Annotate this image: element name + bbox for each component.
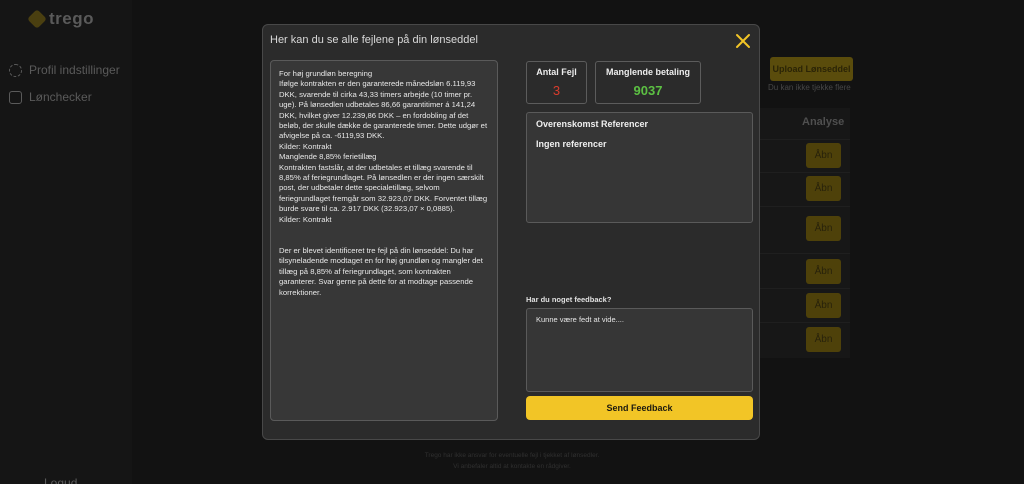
logout-link[interactable]: Logud (44, 476, 77, 484)
error-count-label: Antal Fejl (536, 67, 577, 77)
missing-payment-card: Manglende betaling 9037 (595, 61, 701, 104)
report-summary: Der er blevet identificeret tre fejl på … (279, 245, 483, 297)
sidebar-item-profile-settings[interactable]: Profil indstillinger (9, 63, 120, 77)
gear-icon (9, 63, 22, 77)
open-button[interactable]: Åbn (806, 327, 841, 352)
report-heading: For høj grundløn beregning (279, 69, 373, 78)
feedback-input[interactable]: Kunne være fedt at vide.... (526, 308, 753, 392)
logo: trego (27, 9, 94, 29)
error-count-value: 3 (552, 83, 561, 98)
table-row-divider (760, 253, 850, 254)
error-report: For høj grundløn beregning Ifølge kontra… (270, 60, 498, 421)
references-empty-text: Ingen referencer (536, 139, 607, 149)
table-row-divider (760, 206, 850, 207)
sidebar-item-label: Profil indstillinger (29, 63, 120, 77)
errors-modal: Her kan du se alle fejlene på din lønsed… (262, 24, 760, 440)
open-button[interactable]: Åbn (806, 293, 841, 318)
open-button[interactable]: Åbn (806, 176, 841, 201)
report-paragraph: Ifølge kontrakten er den garanterede mån… (279, 79, 488, 141)
upload-payslip-button[interactable]: Upload Lønseddel (770, 57, 853, 81)
open-button[interactable]: Åbn (806, 216, 841, 241)
table-row-divider (760, 322, 850, 323)
references-title: Overenskomst Referencer (536, 119, 649, 129)
sidebar-item-label: Lønchecker (29, 90, 92, 104)
error-count-card: Antal Fejl 3 (526, 61, 587, 104)
missing-payment-value: 9037 (633, 83, 663, 98)
missing-payment-label: Manglende betaling (605, 67, 690, 77)
list-icon (9, 90, 22, 104)
report-paragraph: Kontrakten fastslår, at der udbetales et… (279, 162, 488, 214)
footer-disclaimer: Vi anbefaler altid at kontakte en rådgiv… (453, 463, 571, 470)
sidebar: trego Profil indstillinger Lønchecker Lo… (0, 0, 132, 484)
open-button[interactable]: Åbn (806, 143, 841, 168)
logo-text: trego (49, 9, 94, 28)
report-sources: Kilder: Kontrakt (279, 141, 332, 151)
column-header-analyse: Analyse (802, 116, 845, 128)
table-row-divider (760, 288, 850, 289)
close-button[interactable] (734, 32, 752, 50)
table-row-divider (760, 172, 850, 173)
open-button[interactable]: Åbn (806, 259, 841, 284)
table-row-divider (760, 139, 850, 140)
footer-disclaimer: Trego har ikke ansvar for eventuelle fej… (424, 452, 600, 459)
feedback-label: Har du noget feedback? (526, 295, 612, 304)
report-heading: Manglende 8,85% ferietillæg (279, 152, 377, 162)
agreement-references: Overenskomst Referencer Ingen referencer (526, 112, 753, 223)
upload-note: Du kan ikke tjekke flere (768, 83, 851, 92)
close-icon (736, 34, 750, 48)
send-feedback-button[interactable]: Send Feedback (526, 396, 753, 420)
logo-icon (27, 9, 47, 29)
modal-title: Her kan du se alle fejlene på din lønsed… (270, 34, 478, 46)
sidebar-item-lonchecker[interactable]: Lønchecker (9, 90, 92, 104)
report-sources: Kilder: Kontrakt (279, 214, 332, 224)
